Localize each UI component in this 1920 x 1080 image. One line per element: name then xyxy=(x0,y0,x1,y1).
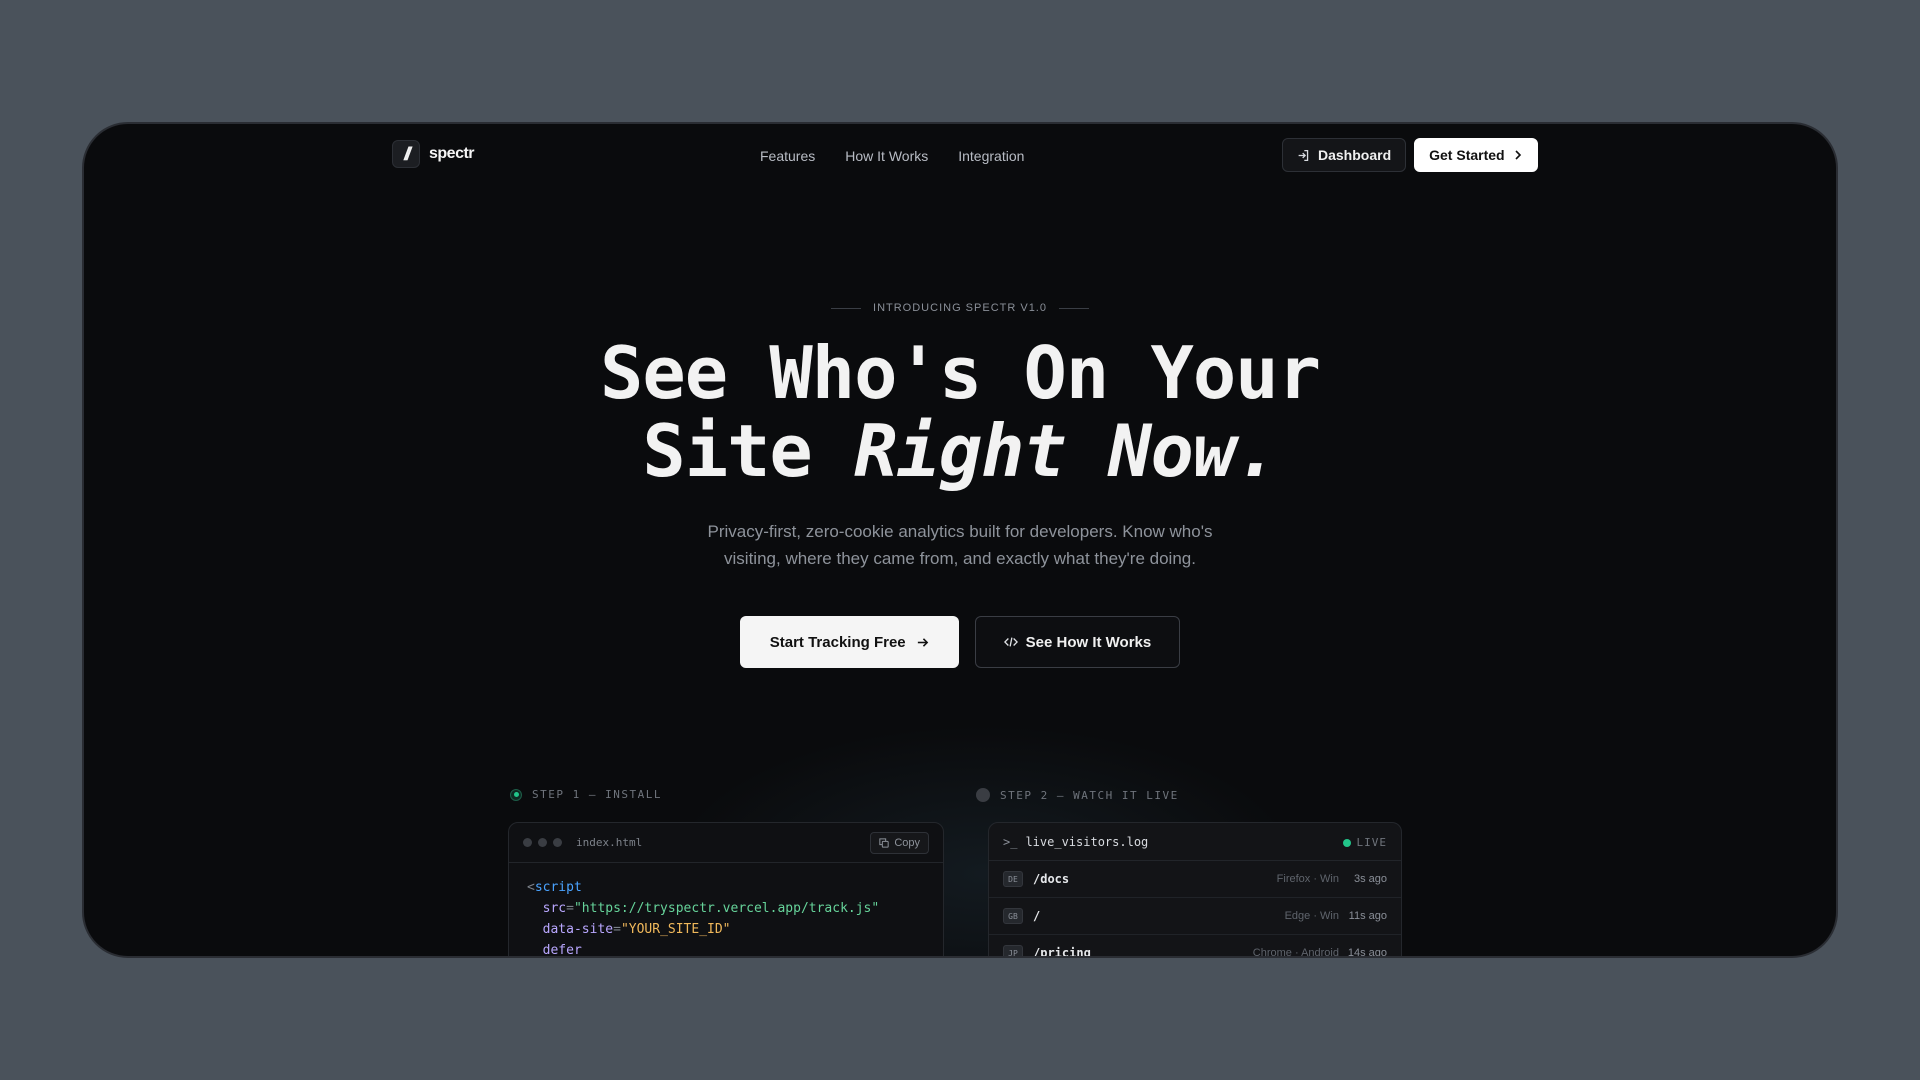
nav-link-integration[interactable]: Integration xyxy=(958,148,1024,164)
see-how-it-works-label: See How It Works xyxy=(1025,633,1152,651)
step-1-label: STEP 1 — INSTALL xyxy=(510,788,662,801)
nav-link-features[interactable]: Features xyxy=(760,148,815,164)
window-dots xyxy=(523,838,562,847)
dashboard-button[interactable]: Dashboard xyxy=(1282,138,1407,172)
chevron-right-icon xyxy=(1515,150,1521,160)
nav-link-how-it-works[interactable]: How It Works xyxy=(845,148,928,164)
subtitle-line-1: Privacy-first, zero-cookie analytics bui… xyxy=(707,522,1213,541)
copy-icon xyxy=(879,838,889,848)
code-snippet[interactable]: <script src="https://tryspectr.vercel.ap… xyxy=(509,863,943,958)
visit-path: /pricing xyxy=(1033,946,1091,958)
logo-mark-icon: // xyxy=(392,140,420,168)
nav-links: Features How It Works Integration xyxy=(760,148,1024,164)
get-started-label: Get Started xyxy=(1429,147,1505,163)
country-code-badge: JP xyxy=(1003,945,1023,956)
visit-meta: Firefox · Win xyxy=(1276,873,1339,885)
hero-subtitle: Privacy-first, zero-cookie analytics bui… xyxy=(84,518,1836,572)
code-tag: script xyxy=(534,880,582,895)
visit-path: /docs xyxy=(1033,872,1070,886)
eyebrow: INTRODUCING SPECTR V1.0 xyxy=(84,302,1836,314)
install-code-panel: index.html Copy <script src="https://try… xyxy=(508,822,944,958)
file-name: index.html xyxy=(576,836,643,849)
live-dot-icon xyxy=(1342,838,1351,847)
list-item[interactable]: JP /pricing Chrome · Android 14s ago xyxy=(989,935,1401,958)
copy-label: Copy xyxy=(894,837,920,849)
step-1-text: STEP 1 — INSTALL xyxy=(532,788,662,801)
list-item[interactable]: GB / Edge · Win 11s ago xyxy=(989,898,1401,935)
code-defer-attr: defer xyxy=(542,943,582,958)
log-title: live_visitors.log xyxy=(1025,834,1149,849)
dashboard-label: Dashboard xyxy=(1318,147,1392,163)
get-started-button[interactable]: Get Started xyxy=(1414,138,1538,172)
code-site-attr: data-site xyxy=(542,922,614,937)
step-active-dot-icon xyxy=(510,788,522,801)
login-icon xyxy=(1298,149,1309,161)
step-2-label: STEP 2 — WATCH IT LIVE xyxy=(976,788,1179,802)
code-eq: = xyxy=(566,901,574,916)
headline-line-2: Site Right Now. xyxy=(84,412,1836,490)
eyebrow-line-right xyxy=(1058,307,1089,309)
eyebrow-line-left xyxy=(831,307,862,309)
headline-line-1: See Who's On Your xyxy=(600,331,1321,415)
country-code-badge: GB xyxy=(1003,908,1023,924)
cta-row: Start Tracking Free See How It Works xyxy=(84,616,1836,668)
live-visitors-panel: >_ live_visitors.log LIVE DE /docs Firef… xyxy=(988,822,1402,958)
start-tracking-button[interactable]: Start Tracking Free xyxy=(739,616,959,668)
subtitle-line-2: visiting, where they came from, and exac… xyxy=(724,549,1196,568)
code-open-bracket: < xyxy=(527,880,535,895)
start-tracking-label: Start Tracking Free xyxy=(769,633,906,651)
live-label: LIVE xyxy=(1356,836,1387,849)
arrow-right-icon xyxy=(917,637,928,647)
hero-headline: See Who's On Your Site Right Now. xyxy=(84,334,1836,490)
visit-path: / xyxy=(1033,909,1041,923)
top-nav: // spectr Features How It Works Integrat… xyxy=(84,124,1836,190)
live-badge: LIVE xyxy=(1342,836,1388,849)
terminal-icon: >_ xyxy=(1003,834,1018,849)
code-eq: = xyxy=(613,922,621,937)
visit-time: 14s ago xyxy=(1347,947,1387,958)
copy-button[interactable]: Copy xyxy=(870,832,929,854)
code-src-attr: src xyxy=(542,901,567,916)
step-idle-dot-icon xyxy=(976,788,990,802)
code-site-value: "YOUR_SITE_ID" xyxy=(620,922,731,937)
list-item[interactable]: DE /docs Firefox · Win 3s ago xyxy=(989,861,1401,898)
country-code-badge: DE xyxy=(1003,871,1023,887)
headline-plain: Site xyxy=(642,409,855,493)
logo[interactable]: // spectr xyxy=(392,140,475,168)
step-2-text: STEP 2 — WATCH IT LIVE xyxy=(1000,788,1179,802)
headline-italic: Right Now. xyxy=(854,409,1278,493)
nav-actions: Dashboard Get Started xyxy=(1282,138,1538,172)
eyebrow-text: INTRODUCING SPECTR V1.0 xyxy=(873,302,1047,314)
visit-time: 3s ago xyxy=(1353,873,1387,885)
window-dot-icon xyxy=(523,838,532,847)
live-panel-header: >_ live_visitors.log LIVE xyxy=(989,823,1401,861)
code-src-value: "https://tryspectr.vercel.app/track.js" xyxy=(573,901,880,916)
visit-meta: Chrome · Android xyxy=(1252,947,1339,958)
see-how-it-works-button[interactable]: See How It Works xyxy=(974,616,1181,668)
logo-text: spectr xyxy=(429,145,475,162)
browser-frame: // spectr Features How It Works Integrat… xyxy=(82,122,1838,958)
window-dot-icon xyxy=(553,838,562,847)
visit-meta: Edge · Win xyxy=(1284,910,1339,922)
visit-time: 11s ago xyxy=(1348,910,1387,922)
window-dot-icon xyxy=(538,838,547,847)
code-panel-header: index.html Copy xyxy=(509,823,943,863)
code-icon xyxy=(1003,637,1018,647)
